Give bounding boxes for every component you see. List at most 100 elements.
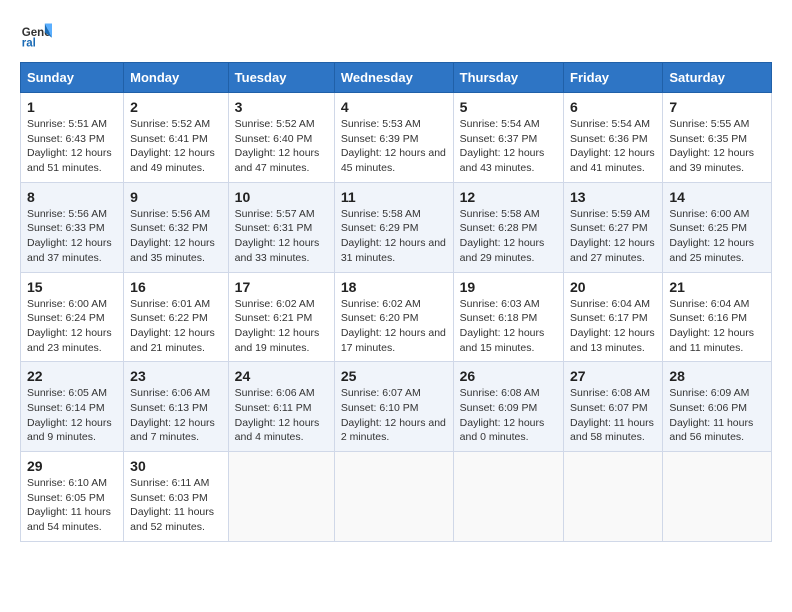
calendar-cell: 6 Sunrise: 5:54 AM Sunset: 6:36 PM Dayli… [564, 93, 663, 183]
calendar-cell: 4 Sunrise: 5:53 AM Sunset: 6:39 PM Dayli… [334, 93, 453, 183]
day-number: 14 [669, 189, 765, 205]
calendar-cell: 7 Sunrise: 5:55 AM Sunset: 6:35 PM Dayli… [663, 93, 772, 183]
day-info: Sunrise: 5:54 AM Sunset: 6:37 PM Dayligh… [460, 117, 557, 176]
calendar-cell: 15 Sunrise: 6:00 AM Sunset: 6:24 PM Dayl… [21, 272, 124, 362]
calendar-cell: 2 Sunrise: 5:52 AM Sunset: 6:41 PM Dayli… [124, 93, 229, 183]
calendar-cell: 17 Sunrise: 6:02 AM Sunset: 6:21 PM Dayl… [228, 272, 334, 362]
day-info: Sunrise: 6:00 AM Sunset: 6:24 PM Dayligh… [27, 297, 117, 356]
day-info: Sunrise: 6:04 AM Sunset: 6:16 PM Dayligh… [669, 297, 765, 356]
day-info: Sunrise: 6:08 AM Sunset: 6:07 PM Dayligh… [570, 386, 656, 445]
calendar-cell [663, 452, 772, 542]
day-number: 6 [570, 99, 656, 115]
calendar-cell: 19 Sunrise: 6:03 AM Sunset: 6:18 PM Dayl… [453, 272, 563, 362]
day-info: Sunrise: 5:58 AM Sunset: 6:28 PM Dayligh… [460, 207, 557, 266]
day-number: 16 [130, 279, 222, 295]
calendar-cell: 9 Sunrise: 5:56 AM Sunset: 6:32 PM Dayli… [124, 182, 229, 272]
weekday-header-row: SundayMondayTuesdayWednesdayThursdayFrid… [21, 63, 772, 93]
calendar-cell: 8 Sunrise: 5:56 AM Sunset: 6:33 PM Dayli… [21, 182, 124, 272]
calendar-week-row: 8 Sunrise: 5:56 AM Sunset: 6:33 PM Dayli… [21, 182, 772, 272]
day-info: Sunrise: 5:54 AM Sunset: 6:36 PM Dayligh… [570, 117, 656, 176]
day-info: Sunrise: 6:02 AM Sunset: 6:21 PM Dayligh… [235, 297, 328, 356]
day-number: 29 [27, 458, 117, 474]
calendar-week-row: 1 Sunrise: 5:51 AM Sunset: 6:43 PM Dayli… [21, 93, 772, 183]
day-number: 8 [27, 189, 117, 205]
calendar-cell: 21 Sunrise: 6:04 AM Sunset: 6:16 PM Dayl… [663, 272, 772, 362]
weekday-header-friday: Friday [564, 63, 663, 93]
day-info: Sunrise: 6:06 AM Sunset: 6:11 PM Dayligh… [235, 386, 328, 445]
calendar-week-row: 15 Sunrise: 6:00 AM Sunset: 6:24 PM Dayl… [21, 272, 772, 362]
calendar-cell: 11 Sunrise: 5:58 AM Sunset: 6:29 PM Dayl… [334, 182, 453, 272]
day-info: Sunrise: 6:10 AM Sunset: 6:05 PM Dayligh… [27, 476, 117, 535]
logo: Gene- ral [20, 20, 56, 52]
day-number: 21 [669, 279, 765, 295]
day-number: 12 [460, 189, 557, 205]
day-number: 10 [235, 189, 328, 205]
calendar-cell: 20 Sunrise: 6:04 AM Sunset: 6:17 PM Dayl… [564, 272, 663, 362]
day-info: Sunrise: 5:56 AM Sunset: 6:33 PM Dayligh… [27, 207, 117, 266]
day-info: Sunrise: 5:59 AM Sunset: 6:27 PM Dayligh… [570, 207, 656, 266]
day-info: Sunrise: 6:05 AM Sunset: 6:14 PM Dayligh… [27, 386, 117, 445]
day-info: Sunrise: 6:04 AM Sunset: 6:17 PM Dayligh… [570, 297, 656, 356]
calendar-cell: 29 Sunrise: 6:10 AM Sunset: 6:05 PM Dayl… [21, 452, 124, 542]
day-number: 5 [460, 99, 557, 115]
page-header: Gene- ral [20, 20, 772, 52]
day-number: 20 [570, 279, 656, 295]
day-number: 18 [341, 279, 447, 295]
calendar-table: SundayMondayTuesdayWednesdayThursdayFrid… [20, 62, 772, 542]
weekday-header-saturday: Saturday [663, 63, 772, 93]
day-number: 27 [570, 368, 656, 384]
day-info: Sunrise: 6:07 AM Sunset: 6:10 PM Dayligh… [341, 386, 447, 445]
day-number: 19 [460, 279, 557, 295]
day-number: 28 [669, 368, 765, 384]
calendar-cell: 14 Sunrise: 6:00 AM Sunset: 6:25 PM Dayl… [663, 182, 772, 272]
day-number: 7 [669, 99, 765, 115]
day-info: Sunrise: 6:00 AM Sunset: 6:25 PM Dayligh… [669, 207, 765, 266]
day-info: Sunrise: 5:56 AM Sunset: 6:32 PM Dayligh… [130, 207, 222, 266]
day-info: Sunrise: 5:51 AM Sunset: 6:43 PM Dayligh… [27, 117, 117, 176]
calendar-cell: 1 Sunrise: 5:51 AM Sunset: 6:43 PM Dayli… [21, 93, 124, 183]
calendar-cell: 18 Sunrise: 6:02 AM Sunset: 6:20 PM Dayl… [334, 272, 453, 362]
calendar-cell [453, 452, 563, 542]
day-number: 1 [27, 99, 117, 115]
day-number: 25 [341, 368, 447, 384]
day-number: 13 [570, 189, 656, 205]
logo-icon: Gene- ral [20, 20, 52, 52]
day-info: Sunrise: 5:57 AM Sunset: 6:31 PM Dayligh… [235, 207, 328, 266]
day-info: Sunrise: 6:09 AM Sunset: 6:06 PM Dayligh… [669, 386, 765, 445]
calendar-cell: 16 Sunrise: 6:01 AM Sunset: 6:22 PM Dayl… [124, 272, 229, 362]
day-info: Sunrise: 5:55 AM Sunset: 6:35 PM Dayligh… [669, 117, 765, 176]
day-info: Sunrise: 6:06 AM Sunset: 6:13 PM Dayligh… [130, 386, 222, 445]
calendar-cell: 10 Sunrise: 5:57 AM Sunset: 6:31 PM Dayl… [228, 182, 334, 272]
calendar-cell: 25 Sunrise: 6:07 AM Sunset: 6:10 PM Dayl… [334, 362, 453, 452]
day-number: 4 [341, 99, 447, 115]
day-info: Sunrise: 5:52 AM Sunset: 6:40 PM Dayligh… [235, 117, 328, 176]
day-number: 24 [235, 368, 328, 384]
calendar-cell [334, 452, 453, 542]
day-info: Sunrise: 6:11 AM Sunset: 6:03 PM Dayligh… [130, 476, 222, 535]
day-info: Sunrise: 6:03 AM Sunset: 6:18 PM Dayligh… [460, 297, 557, 356]
calendar-cell [228, 452, 334, 542]
calendar-cell: 23 Sunrise: 6:06 AM Sunset: 6:13 PM Dayl… [124, 362, 229, 452]
weekday-header-tuesday: Tuesday [228, 63, 334, 93]
calendar-cell: 13 Sunrise: 5:59 AM Sunset: 6:27 PM Dayl… [564, 182, 663, 272]
weekday-header-monday: Monday [124, 63, 229, 93]
weekday-header-wednesday: Wednesday [334, 63, 453, 93]
calendar-week-row: 29 Sunrise: 6:10 AM Sunset: 6:05 PM Dayl… [21, 452, 772, 542]
calendar-cell [564, 452, 663, 542]
day-number: 23 [130, 368, 222, 384]
day-number: 3 [235, 99, 328, 115]
day-number: 15 [27, 279, 117, 295]
day-info: Sunrise: 6:01 AM Sunset: 6:22 PM Dayligh… [130, 297, 222, 356]
day-info: Sunrise: 6:08 AM Sunset: 6:09 PM Dayligh… [460, 386, 557, 445]
calendar-cell: 27 Sunrise: 6:08 AM Sunset: 6:07 PM Dayl… [564, 362, 663, 452]
day-number: 11 [341, 189, 447, 205]
day-info: Sunrise: 5:53 AM Sunset: 6:39 PM Dayligh… [341, 117, 447, 176]
svg-text:ral: ral [22, 38, 36, 50]
day-info: Sunrise: 5:58 AM Sunset: 6:29 PM Dayligh… [341, 207, 447, 266]
day-number: 30 [130, 458, 222, 474]
calendar-cell: 3 Sunrise: 5:52 AM Sunset: 6:40 PM Dayli… [228, 93, 334, 183]
weekday-header-sunday: Sunday [21, 63, 124, 93]
calendar-cell: 30 Sunrise: 6:11 AM Sunset: 6:03 PM Dayl… [124, 452, 229, 542]
day-info: Sunrise: 5:52 AM Sunset: 6:41 PM Dayligh… [130, 117, 222, 176]
calendar-cell: 12 Sunrise: 5:58 AM Sunset: 6:28 PM Dayl… [453, 182, 563, 272]
